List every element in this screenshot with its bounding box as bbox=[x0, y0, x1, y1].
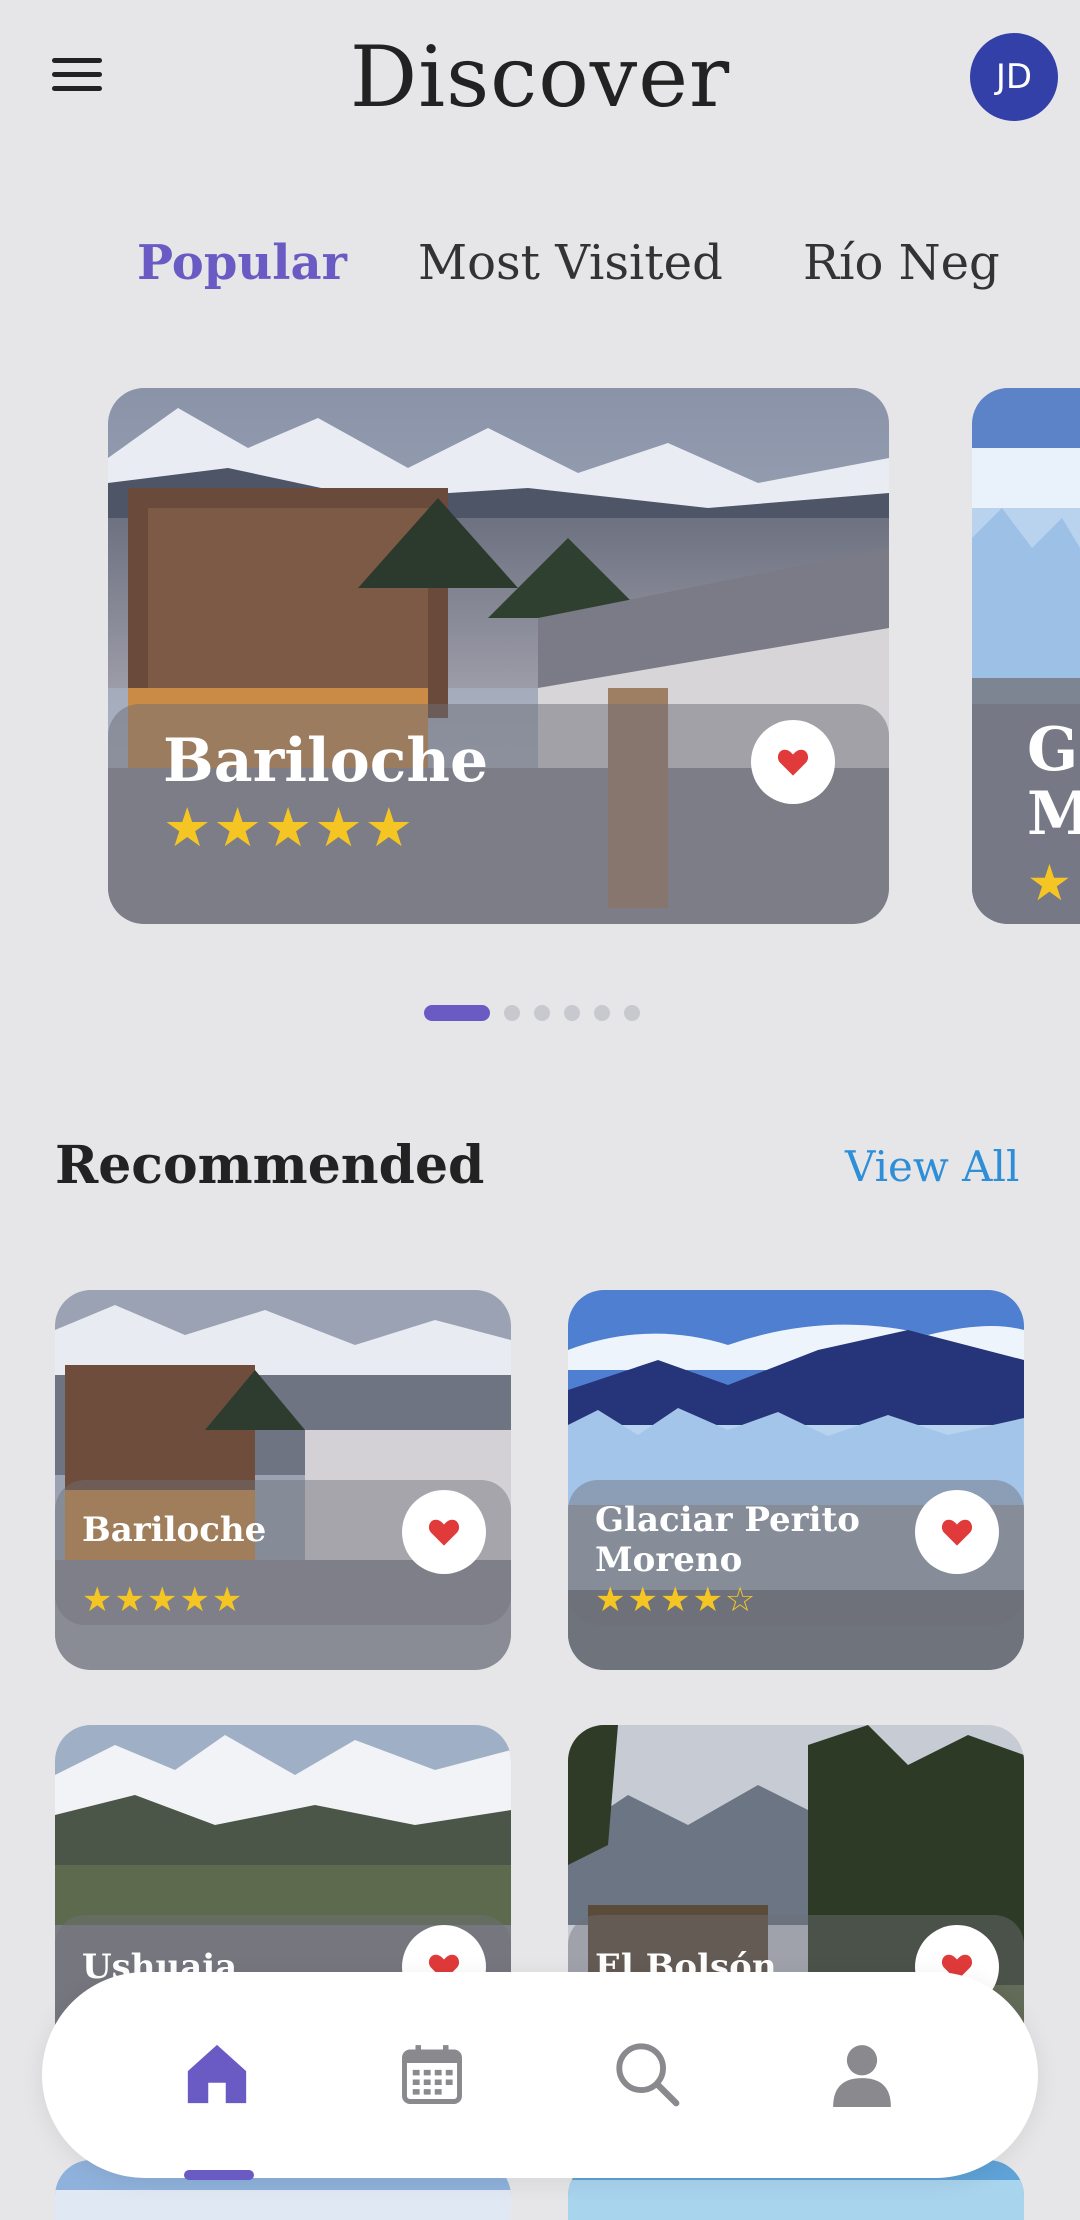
carousel-dot-active[interactable] bbox=[424, 1005, 490, 1021]
nav-calendar[interactable] bbox=[392, 2034, 472, 2114]
bottom-navigation bbox=[42, 1972, 1038, 2180]
star-rating: ★★★★★ bbox=[82, 1580, 245, 1620]
popular-card-bariloche[interactable]: Bariloche ★★★★★ bbox=[108, 388, 889, 924]
star-rating: ★★★★★ bbox=[163, 796, 416, 859]
heart-icon bbox=[777, 749, 809, 776]
favorite-button[interactable] bbox=[751, 720, 835, 804]
search-icon bbox=[616, 2043, 680, 2107]
destination-name-partial: GlM bbox=[1027, 715, 1080, 849]
home-icon bbox=[187, 2044, 247, 2104]
calendar-icon bbox=[402, 2045, 462, 2104]
view-all-link[interactable]: View All bbox=[845, 1142, 1019, 1191]
card-photo-partial bbox=[568, 2180, 1024, 2220]
tab-rio-negro[interactable]: Río Negro bbox=[803, 235, 1000, 291]
nav-profile[interactable] bbox=[822, 2034, 902, 2114]
page-title: Discover bbox=[349, 28, 731, 126]
heart-icon bbox=[428, 1519, 460, 1546]
carousel-dot[interactable] bbox=[534, 1005, 550, 1021]
recommended-card-glaciar[interactable]: Glaciar Perito Moreno ★★★★☆ bbox=[568, 1290, 1024, 1670]
card-photo-partial bbox=[55, 2190, 511, 2220]
favorite-button[interactable] bbox=[402, 1490, 486, 1574]
profile-icon bbox=[833, 2045, 891, 2107]
favorite-button[interactable] bbox=[915, 1490, 999, 1574]
destination-name: Bariloche bbox=[82, 1510, 267, 1550]
carousel-indicator bbox=[424, 1004, 654, 1022]
nav-search[interactable] bbox=[607, 2034, 687, 2114]
tab-most-visited[interactable]: Most Visited bbox=[418, 235, 723, 291]
star-rating: ★ bbox=[1027, 854, 1072, 912]
carousel-dot[interactable] bbox=[564, 1005, 580, 1021]
heart-icon bbox=[941, 1519, 973, 1546]
destination-name: Glaciar Perito Moreno bbox=[595, 1500, 860, 1580]
tab-popular[interactable]: Popular bbox=[137, 235, 347, 291]
carousel-dot[interactable] bbox=[504, 1005, 520, 1021]
carousel-dot[interactable] bbox=[624, 1005, 640, 1021]
app-header: Discover JD bbox=[0, 0, 1080, 160]
destination-name: Bariloche bbox=[163, 726, 489, 796]
category-tabs: Popular Most Visited Río Negro bbox=[0, 225, 1000, 305]
active-tab-indicator bbox=[184, 2170, 254, 2180]
nav-home[interactable] bbox=[177, 2034, 257, 2114]
section-title-recommended: Recommended bbox=[55, 1135, 485, 1196]
carousel-dot[interactable] bbox=[594, 1005, 610, 1021]
avatar[interactable]: JD bbox=[970, 33, 1058, 121]
star-rating: ★★★★☆ bbox=[595, 1580, 758, 1620]
recommended-card-bariloche[interactable]: Bariloche ★★★★★ bbox=[55, 1290, 511, 1670]
popular-card-glaciar[interactable]: GlM ★ bbox=[972, 388, 1080, 924]
